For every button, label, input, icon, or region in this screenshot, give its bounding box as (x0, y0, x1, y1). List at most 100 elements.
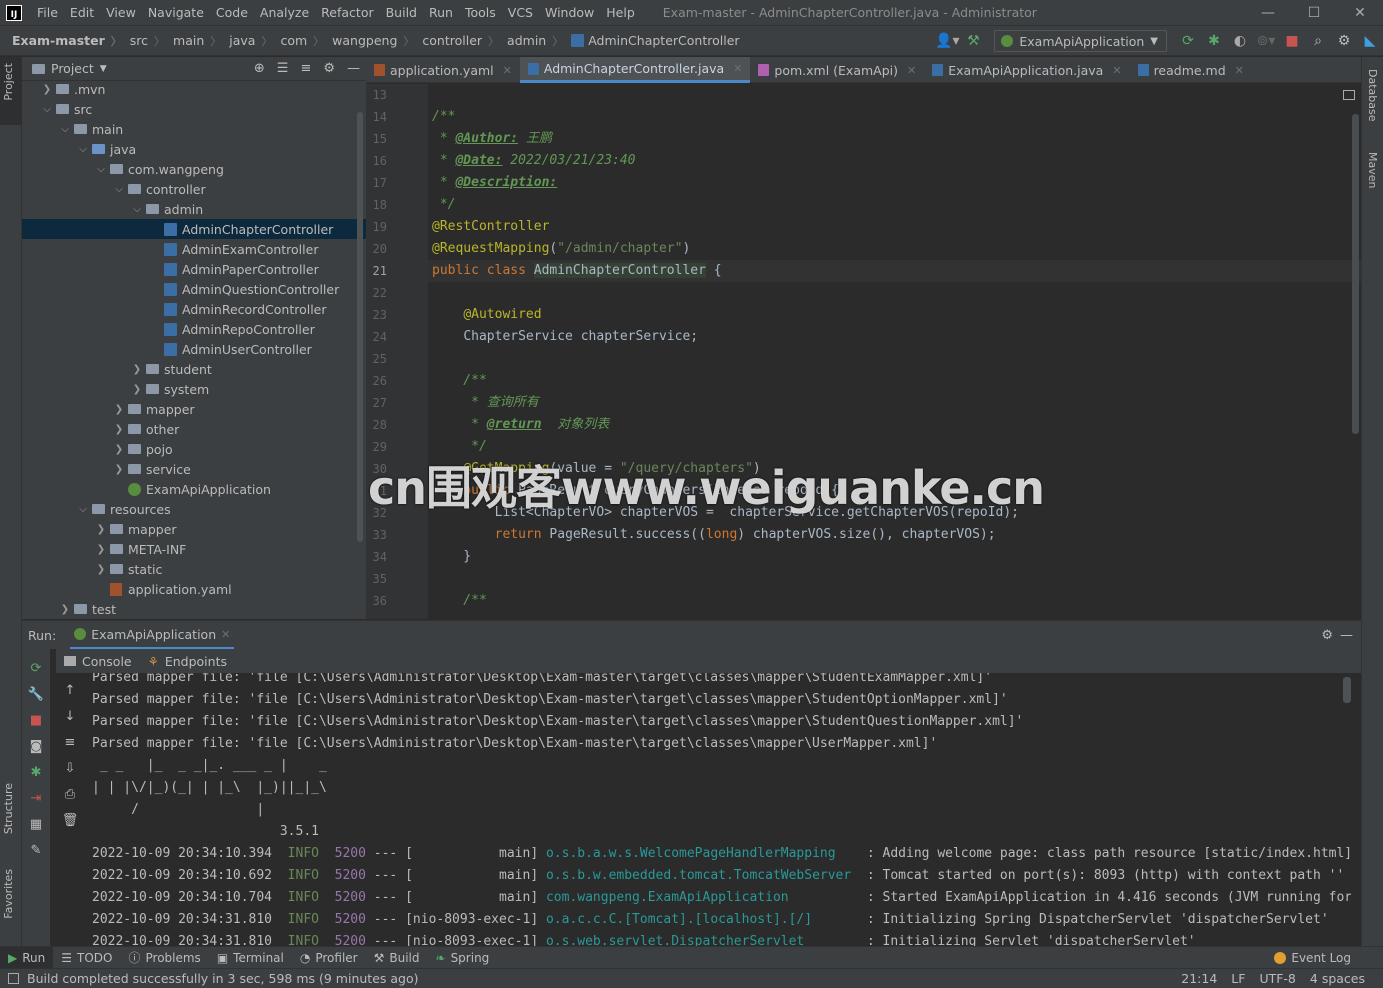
chevron-down-icon[interactable]: ⌵ (74, 144, 92, 155)
log-logger[interactable]: o.s.b.w.embedded.tomcat.TomcatWebServer (546, 868, 859, 883)
breadcrumb-item[interactable]: admin 〉 (499, 33, 563, 49)
close-tab-icon[interactable]: ✕ (1112, 64, 1121, 77)
chevron-down-icon[interactable]: ⌵ (128, 204, 146, 215)
tree-folder-node[interactable]: ⌵ controller (22, 179, 366, 199)
status-message[interactable]: Build completed successfully in 3 sec, 5… (27, 971, 419, 986)
chevron-right-icon[interactable]: ❯ (110, 464, 128, 475)
menu-window[interactable]: Window (539, 5, 600, 20)
tree-file-node[interactable]: AdminExamController (22, 239, 366, 259)
editor-tab[interactable]: AdminChapterController.java ✕ (519, 57, 751, 83)
menu-build[interactable]: Build (380, 5, 423, 20)
chevron-down-icon[interactable]: ⌵ (92, 164, 110, 175)
menu-edit[interactable]: Edit (64, 5, 100, 20)
breadcrumb-item[interactable]: AdminChapterController (563, 33, 740, 48)
print-icon[interactable]: ⎙ (56, 781, 84, 807)
chevron-right-icon[interactable]: ❯ (38, 84, 56, 95)
favorites-tool-tab[interactable]: Favorites (2, 869, 15, 919)
log-logger[interactable]: o.a.c.c.C.[Tomcat].[localhost].[/] (546, 912, 859, 927)
problems-tool-button[interactable]: ⓘ Problems (120, 949, 208, 966)
tree-folder-node[interactable]: ⌵ com.wangpeng (22, 159, 366, 179)
run-config-tab[interactable]: ExamApiApplication ✕ (70, 621, 235, 649)
tree-folder-node[interactable]: ❯ service (22, 459, 366, 479)
exit-icon[interactable]: ⇥ (22, 785, 50, 811)
menu-code[interactable]: Code (210, 5, 254, 20)
caret-position[interactable]: 21:14 (1181, 971, 1217, 986)
close-tab-icon[interactable]: ✕ (503, 64, 512, 77)
close-button[interactable]: ✕ (1337, 0, 1383, 25)
breadcrumb-item[interactable]: java 〉 (221, 33, 272, 49)
run-tool-button[interactable]: ▶ Run (0, 946, 54, 969)
tree-file-node[interactable]: AdminChapterController (22, 219, 366, 239)
gear-icon[interactable]: ⚙ (1321, 628, 1333, 643)
close-icon[interactable]: ✕ (221, 628, 230, 641)
stop-icon[interactable]: ■ (1279, 33, 1305, 49)
log-logger[interactable]: o.s.web.servlet.DispatcherServlet (546, 934, 859, 946)
spring-tool-button[interactable]: ❧ Spring (428, 951, 498, 965)
soft-wrap-icon[interactable]: ≡ (56, 729, 84, 755)
stop-icon[interactable]: ■ (22, 707, 50, 733)
breadcrumb-item[interactable]: src 〉 (122, 33, 165, 49)
breadcrumb-item[interactable]: com 〉 (272, 33, 324, 49)
tree-file-node[interactable]: ExamApiApplication (22, 479, 366, 499)
search-icon[interactable]: ⌕ (1305, 33, 1331, 49)
menu-refactor[interactable]: Refactor (315, 5, 379, 20)
debug-icon[interactable]: ✱ (22, 759, 50, 785)
tree-folder-node[interactable]: ❯ test (22, 599, 366, 619)
status-toggle-icon[interactable] (8, 973, 19, 984)
tree-file-node[interactable]: AdminRecordController (22, 299, 366, 319)
menu-tools[interactable]: Tools (459, 5, 502, 20)
chevron-down-icon[interactable]: ⌵ (110, 184, 128, 195)
rerun-icon[interactable]: ⟳ (1175, 33, 1201, 49)
arrow-down-icon[interactable]: ↓ (56, 703, 84, 729)
file-encoding[interactable]: UTF-8 (1259, 971, 1295, 986)
profile-icon[interactable]: ⊚▾ (1253, 33, 1279, 49)
toolbox-icon[interactable]: ◣ (1357, 33, 1383, 49)
tree-folder-node[interactable]: ❯ pojo (22, 439, 366, 459)
structure-tool-tab[interactable]: Structure (2, 783, 15, 834)
rerun-icon[interactable]: ⟳ (22, 655, 50, 681)
debug-icon[interactable]: ✱ (1201, 33, 1227, 49)
editor-tab[interactable]: application.yaml ✕ (366, 57, 520, 83)
chevron-right-icon[interactable]: ❯ (110, 444, 128, 455)
close-tab-icon[interactable]: ✕ (907, 64, 916, 77)
menu-navigate[interactable]: Navigate (142, 5, 210, 20)
user-icon[interactable]: 👤▾ (934, 33, 960, 49)
pin-icon[interactable]: ✎ (22, 837, 50, 863)
breadcrumb-item[interactable]: Exam-master 〉 (0, 33, 122, 49)
tree-folder-node[interactable]: ❯ mapper (22, 399, 366, 419)
run-config-select[interactable]: ExamApiApplication ▼ (994, 30, 1167, 52)
log-logger[interactable]: com.wangpeng.ExamApiApplication (546, 890, 859, 905)
menu-vcs[interactable]: VCS (502, 5, 539, 20)
tree-folder-node[interactable]: ❯ system (22, 379, 366, 399)
code-editor[interactable]: /** * @Author: 王鹏 * @Date: 2022/03/21/23… (428, 84, 1361, 619)
chevron-right-icon[interactable]: ❯ (92, 524, 110, 535)
scrollbar[interactable] (1343, 677, 1351, 703)
line-separator[interactable]: LF (1231, 971, 1245, 986)
profiler-tool-button[interactable]: ◔ Profiler (292, 951, 366, 965)
tree-folder-node[interactable]: ❯ META-INF (22, 539, 366, 559)
collapse-all-icon[interactable]: ≡ (300, 61, 311, 76)
chevron-down-icon[interactable]: ▼ (100, 64, 107, 74)
chevron-right-icon[interactable]: ❯ (110, 404, 128, 415)
wrench-icon[interactable]: 🔧 (22, 681, 50, 707)
log-logger[interactable]: o.s.b.a.w.s.WelcomePageHandlerMapping (546, 846, 859, 861)
endpoints-tab[interactable]: ⚘ Endpoints (140, 654, 235, 669)
breadcrumb-item[interactable]: wangpeng 〉 (324, 33, 414, 49)
chevron-right-icon[interactable]: ❯ (92, 544, 110, 555)
gear-icon[interactable]: ⚙ (323, 61, 335, 76)
menu-file[interactable]: File (31, 5, 64, 20)
chevron-down-icon[interactable]: ⌵ (56, 124, 74, 135)
tree-folder-node[interactable]: ⌵ java (22, 139, 366, 159)
menu-view[interactable]: View (100, 5, 142, 20)
tree-folder-node[interactable]: ❯ mapper (22, 519, 366, 539)
maximize-button[interactable]: ☐ (1291, 0, 1337, 25)
chevron-right-icon[interactable]: ❯ (92, 564, 110, 575)
scroll-to-end-icon[interactable]: ⇩ (56, 755, 84, 781)
hammer-build-icon[interactable]: ⚒ (960, 33, 986, 49)
tree-file-node[interactable]: AdminPaperController (22, 259, 366, 279)
chevron-right-icon[interactable]: ❯ (56, 604, 74, 615)
tree-file-node[interactable]: application.yaml (22, 579, 366, 599)
tree-file-node[interactable]: AdminUserController (22, 339, 366, 359)
editor-tab[interactable]: readme.md ✕ (1130, 57, 1252, 83)
console-output[interactable]: Parsed mapper file: 'file [C:\Users\Admi… (88, 673, 1351, 946)
